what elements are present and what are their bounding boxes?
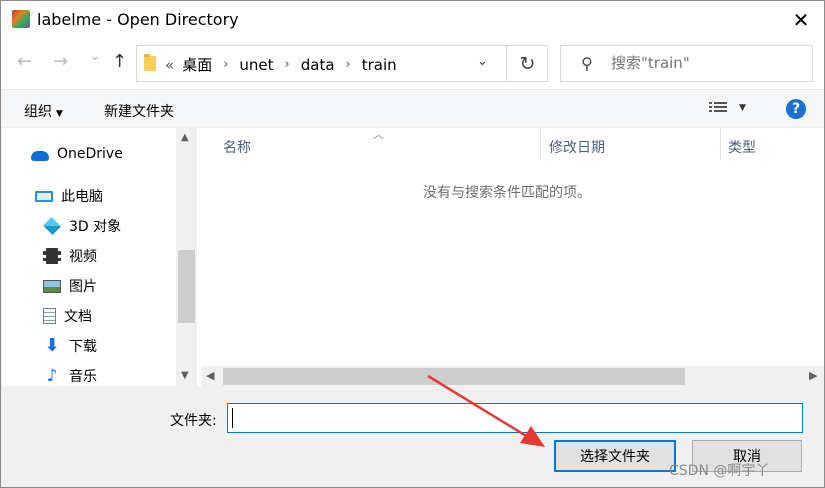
- navigation-pane: OneDrive 此电脑 3D 对象 视频 图片 文档 ⬇ 下载 ♪ 音乐: [2, 128, 196, 386]
- column-header-type[interactable]: 类型: [728, 137, 756, 157]
- sidebar-item-label: 此电脑: [61, 189, 103, 205]
- sidebar-item-this-pc[interactable]: 此电脑: [35, 186, 103, 206]
- labelme-app-icon: [12, 10, 30, 28]
- file-list: ︿ 名称 修改日期 类型 没有与搜索条件匹配的项。: [197, 128, 824, 386]
- column-header-name[interactable]: 名称: [223, 137, 251, 157]
- column-divider[interactable]: [540, 128, 541, 160]
- cube-icon: [42, 216, 62, 236]
- navigation-bar: ← → ⌄ ↑ « 桌面 › unet › data › train ⌄ ↻ ⚲…: [1, 39, 824, 89]
- scrollbar-thumb[interactable]: [223, 368, 685, 385]
- close-icon: ✕: [792, 8, 810, 32]
- view-options-icon[interactable]: [709, 102, 727, 116]
- sidebar-item-videos[interactable]: 视频: [43, 246, 97, 266]
- window-title: labelme - Open Directory: [37, 10, 239, 29]
- close-button[interactable]: ✕: [778, 1, 824, 39]
- document-icon: [43, 308, 56, 324]
- caret-down-icon: ▼: [56, 109, 63, 119]
- breadcrumb-separator-icon[interactable]: ›: [223, 57, 228, 72]
- watermark: CSDN @啊宇丫: [669, 463, 770, 479]
- folder-input[interactable]: [227, 403, 803, 433]
- music-icon: ♪: [46, 366, 58, 386]
- help-button[interactable]: ?: [786, 99, 806, 119]
- sidebar-item-label: 下载: [69, 339, 97, 355]
- sidebar-item-label: 视频: [69, 249, 97, 265]
- sidebar-item-music[interactable]: ♪ 音乐: [43, 366, 97, 386]
- title-bar: labelme - Open Directory ✕: [1, 1, 824, 39]
- sort-ascending-icon: ︿: [373, 128, 384, 141]
- sidebar-item-label: OneDrive: [57, 146, 123, 162]
- sidebar-item-label: 图片: [69, 279, 97, 295]
- folder-icon: [144, 54, 156, 71]
- search-input[interactable]: [611, 54, 801, 72]
- picture-icon: [43, 279, 61, 293]
- sidebar-item-downloads[interactable]: ⬇ 下载: [43, 336, 97, 356]
- navigation-pane-scrollbar[interactable]: ▲ ▼: [176, 128, 196, 386]
- search-icon: ⚲: [581, 54, 593, 73]
- sidebar-item-label: 3D 对象: [69, 219, 122, 235]
- scroll-right-icon[interactable]: ▶: [809, 369, 817, 382]
- breadcrumb-item-train[interactable]: train: [362, 56, 397, 74]
- column-divider[interactable]: [720, 128, 721, 160]
- scrollbar-thumb[interactable]: [178, 250, 195, 323]
- breadcrumb-item-desktop[interactable]: 桌面: [182, 54, 212, 75]
- arrow-right-icon: →: [53, 51, 69, 72]
- sidebar-item-label: 文档: [64, 309, 92, 325]
- sidebar-item-documents[interactable]: 文档: [43, 306, 92, 326]
- view-options-caret-icon[interactable]: ▼: [739, 103, 746, 113]
- organize-menu-button[interactable]: 组织 ▼: [24, 101, 63, 121]
- sidebar-item-pictures[interactable]: 图片: [43, 276, 97, 296]
- scroll-left-icon[interactable]: ◀: [206, 369, 214, 382]
- film-icon: [43, 248, 61, 264]
- arrow-left-icon: ←: [17, 51, 33, 72]
- refresh-button[interactable]: ↻: [506, 46, 548, 81]
- chevron-down-icon: ⌄: [477, 54, 488, 69]
- forward-button[interactable]: →: [53, 51, 68, 72]
- scroll-up-icon[interactable]: ▲: [181, 132, 189, 143]
- breadcrumb-separator-icon[interactable]: ›: [285, 57, 290, 72]
- select-folder-button[interactable]: 选择文件夹: [554, 440, 676, 472]
- breadcrumb-overflow[interactable]: «: [165, 56, 174, 74]
- refresh-icon: ↻: [519, 52, 536, 75]
- organize-label: 组织: [24, 104, 52, 120]
- address-dropdown-button[interactable]: ⌄: [477, 54, 488, 69]
- arrow-up-icon: ↑: [112, 51, 128, 72]
- breadcrumb-item-data[interactable]: data: [301, 56, 335, 74]
- empty-results-message: 没有与搜索条件匹配的项。: [423, 185, 591, 201]
- up-button[interactable]: ↑: [112, 51, 127, 72]
- recent-locations-button[interactable]: ⌄: [89, 48, 101, 64]
- search-box[interactable]: ⚲: [560, 45, 813, 82]
- sidebar-item-label: 音乐: [69, 369, 97, 385]
- computer-icon: [35, 190, 53, 202]
- folder-field-label: 文件夹:: [170, 413, 217, 429]
- file-list-horizontal-scrollbar[interactable]: ◀ ▶: [201, 366, 824, 386]
- text-cursor: [232, 408, 233, 428]
- breadcrumb: « 桌面 › unet › data › train: [165, 54, 397, 75]
- breadcrumb-item-unet[interactable]: unet: [239, 56, 273, 74]
- new-folder-button[interactable]: 新建文件夹: [104, 101, 174, 121]
- scroll-down-icon[interactable]: ▼: [181, 370, 189, 381]
- sidebar-item-onedrive[interactable]: OneDrive: [31, 146, 123, 162]
- chevron-down-icon: ⌄: [89, 48, 101, 64]
- download-icon: ⬇: [44, 335, 60, 356]
- back-button[interactable]: ←: [17, 51, 32, 72]
- address-bar[interactable]: « 桌面 › unet › data › train ⌄ ↻: [136, 45, 548, 82]
- command-toolbar: 组织 ▼ 新建文件夹 ▼ ?: [1, 89, 824, 127]
- sidebar-item-3d-objects[interactable]: 3D 对象: [42, 216, 122, 236]
- cloud-icon: [31, 151, 49, 161]
- column-header-date-modified[interactable]: 修改日期: [549, 137, 605, 157]
- breadcrumb-separator-icon[interactable]: ›: [346, 57, 351, 72]
- open-directory-dialog: labelme - Open Directory ✕ ← → ⌄ ↑ « 桌面 …: [0, 0, 825, 488]
